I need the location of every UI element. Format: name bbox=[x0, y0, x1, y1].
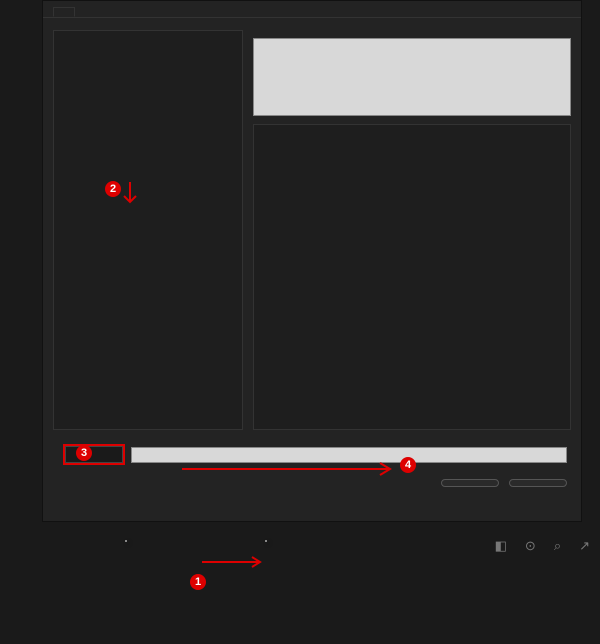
tab-preset[interactable] bbox=[53, 7, 75, 17]
dialog-tabs bbox=[43, 1, 581, 18]
icon3[interactable]: ⌕ bbox=[554, 538, 561, 554]
icon2[interactable]: ⊙ bbox=[525, 538, 536, 554]
annotation-1: 1 bbox=[190, 573, 208, 590]
tab-tracks[interactable] bbox=[97, 7, 119, 17]
tab-settings[interactable] bbox=[75, 7, 97, 17]
preset-details bbox=[253, 124, 571, 430]
sequence-name-input[interactable] bbox=[65, 446, 123, 463]
project-toolbar: ◧ ⊙ ⌕ ↗ bbox=[495, 538, 590, 554]
icon1[interactable]: ◧ bbox=[495, 538, 507, 554]
new-sequence-dialog bbox=[42, 0, 582, 522]
context-menu-new[interactable] bbox=[265, 540, 267, 542]
annotation-3: 3 bbox=[76, 444, 94, 461]
preset-description bbox=[253, 38, 571, 116]
icon4[interactable]: ↗ bbox=[579, 538, 590, 554]
annotation-2: 2 bbox=[105, 180, 123, 197]
cancel-button[interactable] bbox=[509, 479, 567, 487]
preset-tree[interactable] bbox=[53, 30, 243, 430]
context-menu-main[interactable] bbox=[125, 540, 127, 542]
annotation-4: 4 bbox=[400, 456, 418, 473]
ok-button[interactable] bbox=[441, 479, 499, 487]
tab-vr[interactable] bbox=[119, 7, 141, 17]
